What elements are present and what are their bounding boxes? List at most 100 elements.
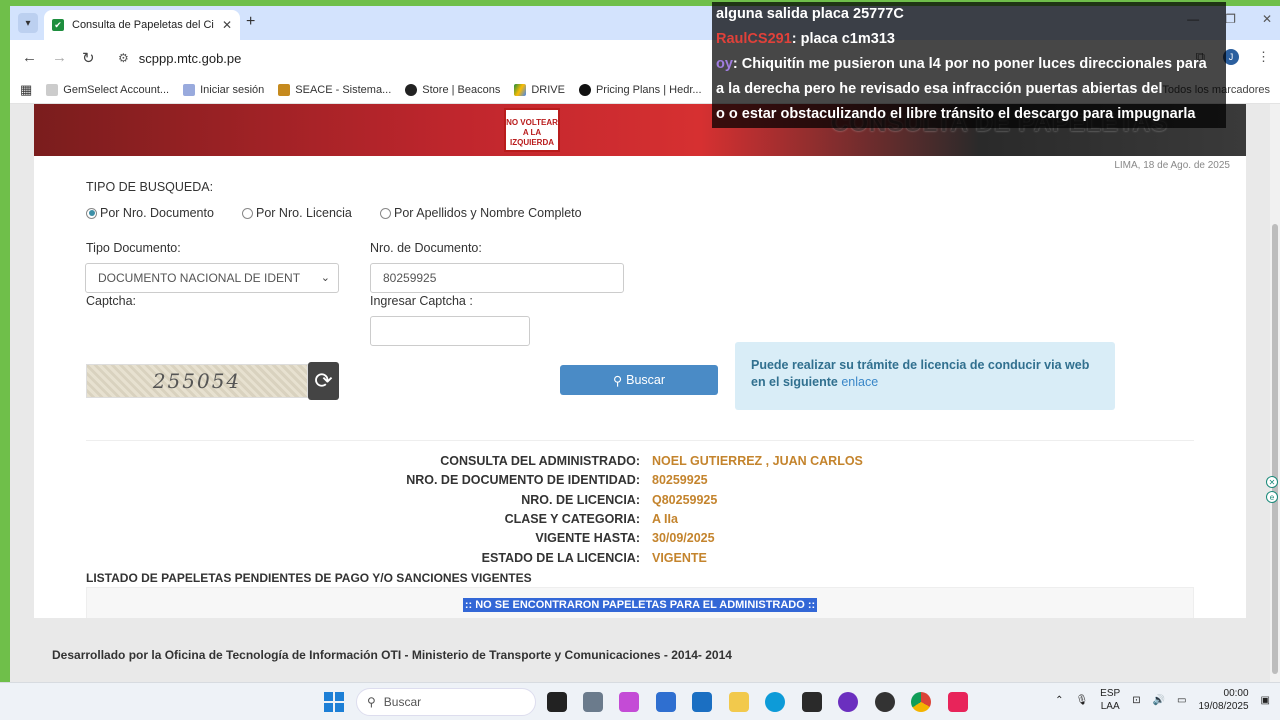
search-type-label: TIPO DE BUSQUEDA: [86, 180, 214, 194]
scrollbar-thumb[interactable] [1272, 224, 1278, 674]
radio-icon[interactable] [380, 207, 391, 219]
captcha-input[interactable] [370, 316, 530, 346]
chat-message: oy: Chiquitín me pusieron una l4 por no … [716, 56, 1207, 72]
chrome-app-icon[interactable] [911, 692, 931, 712]
result-value-categoria: A IIa [652, 512, 678, 526]
browser-tab[interactable]: ✔ Consulta de Papeletas del Ciud ✕ [44, 10, 240, 40]
web-page: NO VOLTEAR A LA IZQUIERDA CONSULTA DE PA… [10, 104, 1280, 682]
result-label-estado: ESTADO DE LA LICENCIA: [481, 551, 640, 565]
network-icon[interactable]: ⊡ [1132, 695, 1140, 706]
search-panel: LIMA, 18 de Ago. de 2025 TIPO DE BUSQUED… [34, 156, 1246, 623]
doc-number-label: Nro. de Documento: [370, 241, 482, 255]
close-circle-icon[interactable]: ✕ [1266, 476, 1278, 488]
bookmark-icon [578, 83, 591, 96]
radio-icon[interactable] [242, 207, 253, 219]
notification-icon[interactable]: ▣ [1261, 695, 1270, 706]
doc-number-input[interactable]: 80259925 [370, 263, 624, 293]
new-tab-icon[interactable]: + [246, 13, 255, 31]
chat-message: o o estar obstaculizando el libre tránsi… [716, 106, 1196, 122]
result-value-licencia: Q80259925 [652, 493, 718, 507]
microphone-icon[interactable]: 🎙 [1075, 695, 1088, 706]
chat-overlay: alguna salida placa 25777C RaulCS291: pl… [712, 2, 1226, 128]
outlook-app-icon[interactable] [692, 692, 712, 712]
captcha-input-label: Ingresar Captcha : [370, 294, 473, 308]
bookmark-icon [278, 83, 291, 96]
bookmark-beacons[interactable]: Store | Beacons [405, 83, 500, 96]
bookmark-icon [405, 83, 418, 96]
url-text: scppp.mtc.gob.pe [138, 50, 242, 66]
close-tab-icon[interactable]: ✕ [222, 18, 232, 32]
forward-icon[interactable]: → [52, 49, 67, 66]
traffic-sign-image: NO VOLTEAR A LA IZQUIERDA [504, 108, 560, 152]
obs-app-icon[interactable] [838, 692, 858, 712]
chat-message: alguna salida placa 25777C [716, 6, 904, 22]
apps-grid-icon[interactable]: ▦ [20, 82, 32, 98]
site-info-icon[interactable]: ⚙ [118, 51, 129, 65]
menu-icon[interactable]: ⋮ [1257, 49, 1270, 65]
calculator-app-icon[interactable] [583, 692, 603, 712]
drive-icon [514, 83, 527, 96]
side-extension-icons: ✕ e [1266, 476, 1278, 503]
radio-checked-icon[interactable] [86, 207, 97, 219]
tiktok-app-icon[interactable] [948, 692, 968, 712]
calendar-app-icon[interactable] [656, 692, 676, 712]
shield-favicon-icon: ✔ [52, 19, 64, 31]
edge-extension-icon[interactable]: e [1266, 491, 1278, 503]
license-info-alert: Puede realizar su trámite de licencia de… [735, 342, 1115, 410]
bookmark-drive[interactable]: DRIVE [514, 83, 565, 96]
search-icon: ⚲ [612, 373, 623, 388]
edge-app-icon[interactable] [765, 692, 785, 712]
bookmark-pricing[interactable]: Pricing Plans | Hedr... [578, 83, 702, 96]
search-button[interactable]: ⚲ Buscar [560, 365, 718, 395]
chevron-down-icon: ⌄ [320, 272, 330, 284]
scrollbar[interactable] [1270, 104, 1280, 682]
tab-title: Consulta de Papeletas del Ciud [72, 19, 214, 31]
result-label-licencia: NRO. DE LICENCIA: [521, 493, 640, 507]
chevron-up-icon[interactable]: ⌃ [1055, 695, 1063, 706]
battery-icon[interactable]: ▭ [1177, 695, 1186, 706]
footer-text: Desarrollado por la Oficina de Tecnologí… [52, 648, 732, 662]
license-link[interactable]: enlace [841, 375, 878, 389]
notion-app-icon[interactable] [547, 692, 567, 712]
result-value-vigente: 30/09/2025 [652, 531, 715, 545]
refresh-captcha-icon[interactable]: ⟳ [308, 362, 339, 400]
tab-search-icon[interactable]: ▾ [18, 13, 38, 33]
clock[interactable]: 00:00 19/08/2025 [1198, 687, 1248, 713]
file-explorer-icon[interactable] [729, 692, 749, 712]
divider [86, 440, 1194, 441]
language-indicator[interactable]: ESP LAA [1100, 687, 1120, 713]
pending-list-title: LISTADO DE PAPELETAS PENDIENTES DE PAGO … [86, 571, 532, 585]
result-value-documento: 80259925 [652, 473, 708, 487]
chat-message: RaulCS291: placa c1m313 [716, 31, 895, 47]
doc-type-label: Tipo Documento: [86, 241, 181, 255]
volume-icon[interactable]: 🔊 [1153, 695, 1165, 706]
media-app-icon[interactable] [802, 692, 822, 712]
bookmark-seace[interactable]: SEACE - Sistema... [278, 83, 391, 96]
taskbar-search[interactable]: ⚲ Buscar [356, 688, 536, 716]
close-window-icon[interactable]: ✕ [1262, 12, 1272, 26]
result-label-vigente: VIGENTE HASTA: [535, 531, 640, 545]
captcha-label: Captcha: [86, 294, 137, 308]
result-label-categoria: CLASE Y CATEGORIA: [504, 512, 640, 526]
chat-message: a la derecha pero he revisado esa infrac… [716, 81, 1163, 97]
reload-icon[interactable]: ↻ [82, 49, 95, 67]
page-footer: Desarrollado por la Oficina de Tecnologí… [10, 618, 1280, 682]
no-results-message: :: NO SE ENCONTRARON PAPELETAS PARA EL A… [462, 598, 818, 612]
bookmark-iniciar-sesion[interactable]: Iniciar sesión [183, 83, 264, 96]
result-label-administrado: CONSULTA DEL ADMINISTRADO: [440, 454, 640, 468]
back-icon[interactable]: ← [22, 49, 37, 66]
address-bar[interactable]: ⚙ scppp.mtc.gob.pe [110, 44, 810, 72]
radio-por-licencia[interactable]: Por Nro. Licencia [242, 206, 352, 220]
maximize-icon[interactable]: ❐ [1225, 12, 1236, 26]
captcha-image: 255054 [86, 364, 308, 398]
windows-start-icon[interactable] [324, 692, 344, 712]
radio-por-documento[interactable]: Por Nro. Documento [86, 206, 214, 220]
bookmark-icon [183, 83, 196, 96]
windows-taskbar: ⚲ Buscar ⌃ 🎙 ESP LAA ⊡ 🔊 ▭ 00:00 19/08/2… [0, 682, 1280, 720]
result-value-administrado: NOEL GUTIERREZ , JUAN CARLOS [652, 454, 863, 468]
streaming-app-icon[interactable] [875, 692, 895, 712]
bookmark-gemselect[interactable]: GemSelect Account... [46, 83, 169, 96]
snipping-tool-icon[interactable] [619, 692, 639, 712]
doc-type-select[interactable]: DOCUMENTO NACIONAL DE IDENT ⌄ [85, 263, 339, 293]
radio-por-nombre[interactable]: Por Apellidos y Nombre Completo [380, 206, 582, 220]
